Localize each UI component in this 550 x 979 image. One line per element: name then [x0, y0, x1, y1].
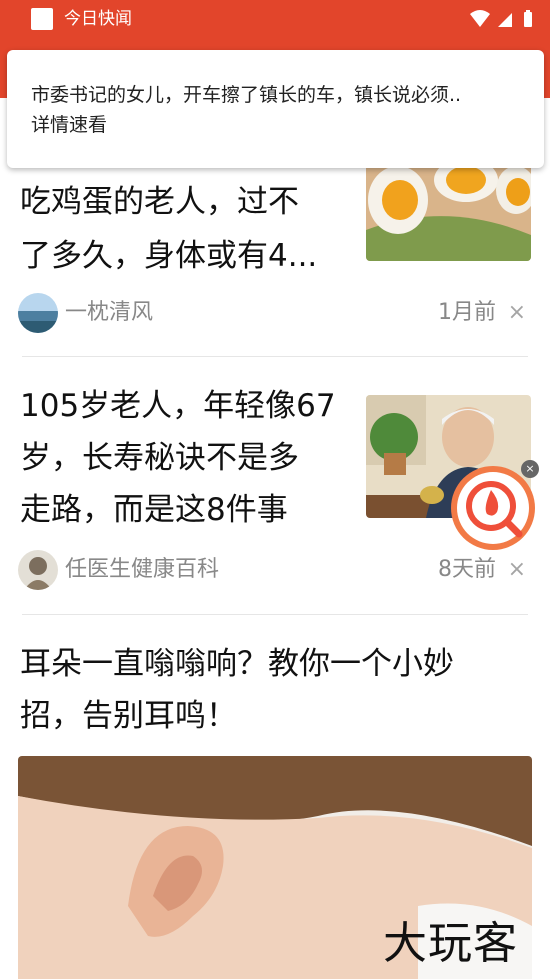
- publish-time: 8天前: [438, 557, 496, 582]
- hot-search-icon[interactable]: [449, 464, 537, 552]
- avatar: [18, 550, 58, 590]
- battery-icon: [524, 10, 532, 27]
- dismiss-icon[interactable]: ×: [508, 299, 526, 327]
- headline-line: 招，告别耳鸣！: [20, 698, 237, 734]
- notification-text: 市委书记的女儿，开车擦了镇长的车，镇长说必须..: [31, 84, 462, 106]
- notification-subtext: 详情速看: [31, 114, 108, 136]
- wifi-icon: [470, 10, 490, 27]
- system-indicators: [468, 9, 540, 29]
- app-icon: [31, 8, 53, 30]
- signal-icon: [498, 13, 512, 27]
- dismiss-icon[interactable]: ×: [508, 556, 526, 584]
- source-name: 任医生健康百科: [65, 557, 220, 582]
- news-card[interactable]: 吃鸡蛋的老人，过不 了多久，身体或有4... 一枕清风 1月前 ×: [0, 160, 550, 356]
- headline-line: 了多久，身体或有4...: [20, 238, 318, 274]
- headline-line: 走路，而是这8件事: [20, 492, 288, 528]
- divider: [22, 614, 528, 615]
- source-name: 一枕清风: [65, 300, 154, 325]
- headline-line: 吃鸡蛋的老人，过不: [20, 184, 299, 220]
- card-meta: 一枕清风 1月前 ×: [18, 293, 530, 333]
- headline-line: 耳朵一直嗡嗡响？教你一个小妙: [20, 646, 454, 682]
- notification-card[interactable]: 市委书记的女儿，开车擦了镇长的车，镇长说必须.. 详情速看: [7, 50, 544, 168]
- app-title: 今日快闻: [64, 9, 132, 29]
- divider: [22, 356, 528, 357]
- article-image-ear: 大玩客: [18, 756, 532, 979]
- watermark-text: 大玩客: [383, 918, 518, 969]
- status-bar: 今日快闻: [0, 0, 550, 38]
- close-icon[interactable]: ×: [521, 460, 539, 478]
- publish-time: 1月前: [438, 300, 496, 325]
- headline-line: 105岁老人，年轻像67: [20, 388, 336, 424]
- card-meta: 任医生健康百科 8天前 ×: [18, 550, 530, 590]
- avatar: [18, 293, 58, 333]
- thumbnail-eggs: [366, 160, 531, 261]
- headline-line: 岁，长寿秘诀不是多: [20, 440, 299, 476]
